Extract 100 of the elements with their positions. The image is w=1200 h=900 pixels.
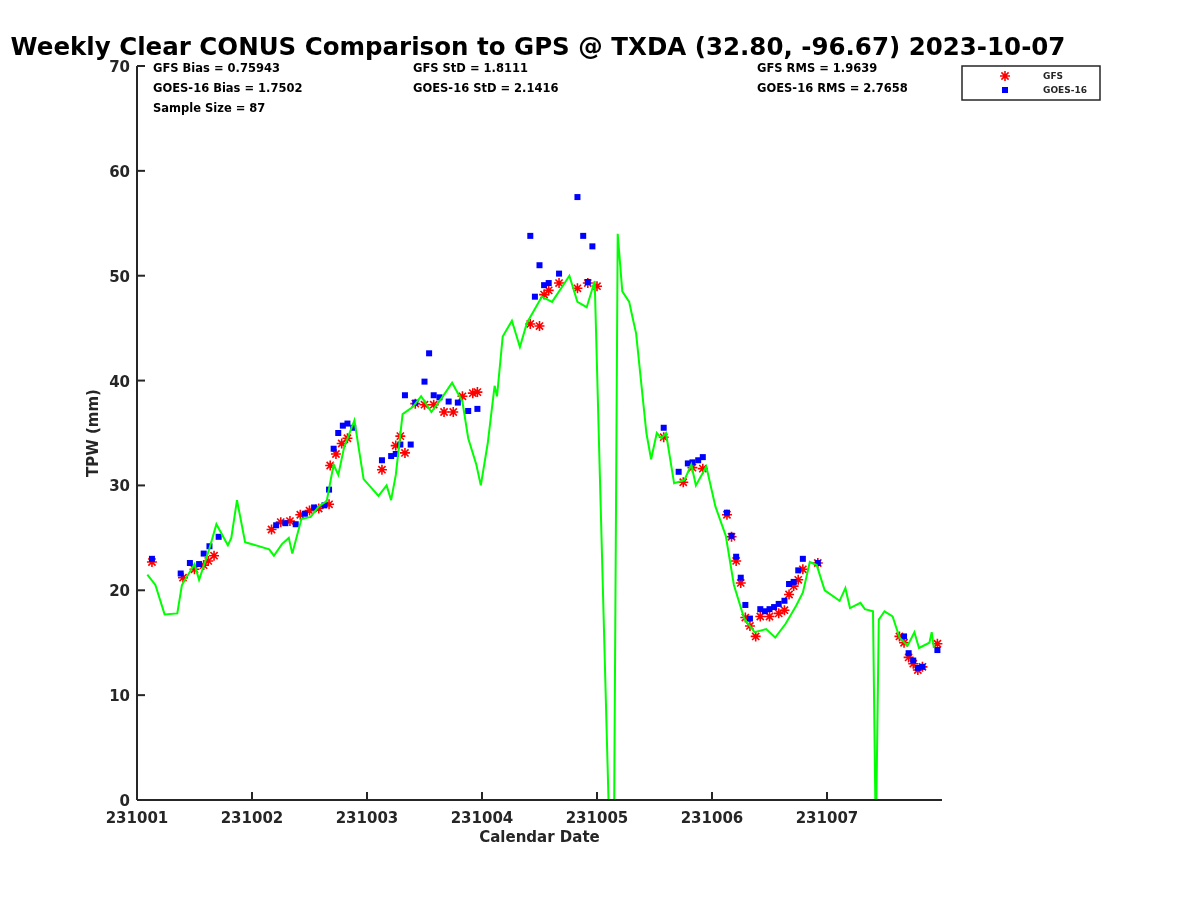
square-marker [148, 555, 155, 562]
square-marker [273, 522, 280, 529]
asterisk-marker [303, 504, 316, 517]
square-marker [901, 633, 908, 640]
square-marker [728, 532, 735, 539]
asterisk-marker [188, 563, 201, 576]
stat-text: GOES-16 Bias = 1.7502 [153, 81, 303, 95]
asterisk-marker [797, 563, 809, 576]
square-marker [282, 520, 289, 527]
tick-label: 10 [109, 687, 130, 706]
square-marker [474, 405, 481, 412]
asterisk-marker [582, 277, 594, 289]
asterisk-marker [783, 588, 795, 601]
square-marker [445, 398, 452, 405]
square-marker [556, 270, 563, 277]
square-marker [531, 293, 538, 300]
square-marker [527, 232, 534, 239]
asterisk-marker [447, 406, 460, 418]
asterisk-marker [335, 437, 348, 450]
square-marker [378, 457, 385, 464]
square-marker [301, 510, 308, 517]
square-marker [589, 243, 596, 250]
asterisk-marker [456, 390, 469, 403]
square-marker [746, 615, 753, 622]
square-marker [675, 468, 682, 475]
tick-label: 20 [109, 582, 130, 601]
square-marker [401, 392, 408, 399]
asterisk-marker [265, 523, 278, 536]
asterisk-marker [542, 284, 555, 297]
asterisk-marker [749, 630, 762, 643]
axis-label: Calendar Date [479, 828, 600, 846]
asterisk-marker [744, 620, 756, 632]
square-marker [412, 399, 419, 406]
square-marker [934, 647, 941, 654]
asterisk-marker [394, 430, 407, 442]
square-marker [574, 194, 581, 201]
asterisk-marker [284, 515, 296, 527]
asterisk-marker [533, 320, 546, 332]
asterisk-marker [725, 531, 738, 543]
stat-text: GFS Bias = 0.75943 [153, 61, 280, 75]
stat-text: GOES-16 StD = 2.1416 [413, 81, 559, 95]
asterisk-marker [538, 288, 550, 301]
asterisk-marker [902, 651, 915, 664]
square-marker [1002, 87, 1008, 93]
asterisk-marker [418, 398, 431, 411]
asterisk-marker [324, 459, 336, 472]
tick-label: 231005 [565, 809, 629, 827]
square-marker [330, 445, 337, 452]
square-marker [177, 570, 184, 577]
square-marker [584, 279, 591, 285]
tick-label: 60 [109, 162, 130, 181]
asterisk-marker [898, 636, 910, 649]
stat-text: GFS RMS = 1.9639 [757, 61, 878, 75]
square-marker [580, 232, 587, 239]
tick-label: 231001 [105, 809, 169, 827]
square-marker [795, 567, 802, 574]
asterisk-marker [931, 637, 944, 650]
tick-label: 231004 [450, 809, 514, 827]
asterisk-marker [999, 70, 1011, 82]
asterisk-marker [697, 462, 709, 475]
square-marker [737, 574, 744, 581]
square-marker [465, 408, 472, 414]
asterisk-marker [657, 431, 670, 443]
asterisk-marker [197, 559, 210, 571]
asterisk-marker [146, 556, 158, 568]
asterisk-marker [409, 397, 422, 410]
legend-label: GOES-16 [1043, 85, 1087, 95]
asterisk-marker [376, 463, 388, 476]
asterisk-marker [208, 549, 220, 562]
asterisk-marker [177, 571, 189, 584]
legend-label: GFS [1043, 71, 1064, 81]
asterisk-marker [202, 555, 215, 567]
asterisk-marker [591, 280, 603, 292]
asterisk-marker [754, 610, 767, 623]
asterisk-marker [330, 448, 342, 460]
square-marker [321, 502, 328, 509]
chart-title: Weekly Clear CONUS Comparison to GPS @ TXDA (32.80, -96.67) 2023-10-07 [10, 32, 1066, 61]
asterisk-marker [778, 604, 791, 616]
square-marker [799, 555, 806, 562]
asterisk-marker [907, 657, 920, 670]
asterisk-marker [571, 282, 584, 295]
asterisk-marker [734, 577, 747, 589]
asterisk-marker [553, 277, 565, 289]
square-marker [421, 378, 428, 385]
square-marker [454, 399, 461, 406]
square-marker [215, 533, 222, 540]
tick-label: 231007 [795, 809, 859, 827]
asterisk-marker [341, 432, 354, 445]
square-marker [397, 441, 404, 448]
asterisk-marker [467, 387, 479, 399]
square-marker [742, 601, 749, 608]
asterisk-marker [427, 398, 440, 411]
asterisk-marker [524, 318, 537, 330]
tick-label: 70 [109, 58, 130, 76]
tick-label: 0 [119, 792, 130, 810]
square-marker [311, 504, 318, 511]
asterisk-marker [792, 574, 805, 586]
square-marker [407, 441, 414, 448]
square-marker [536, 262, 543, 269]
asterisk-marker [274, 516, 287, 528]
